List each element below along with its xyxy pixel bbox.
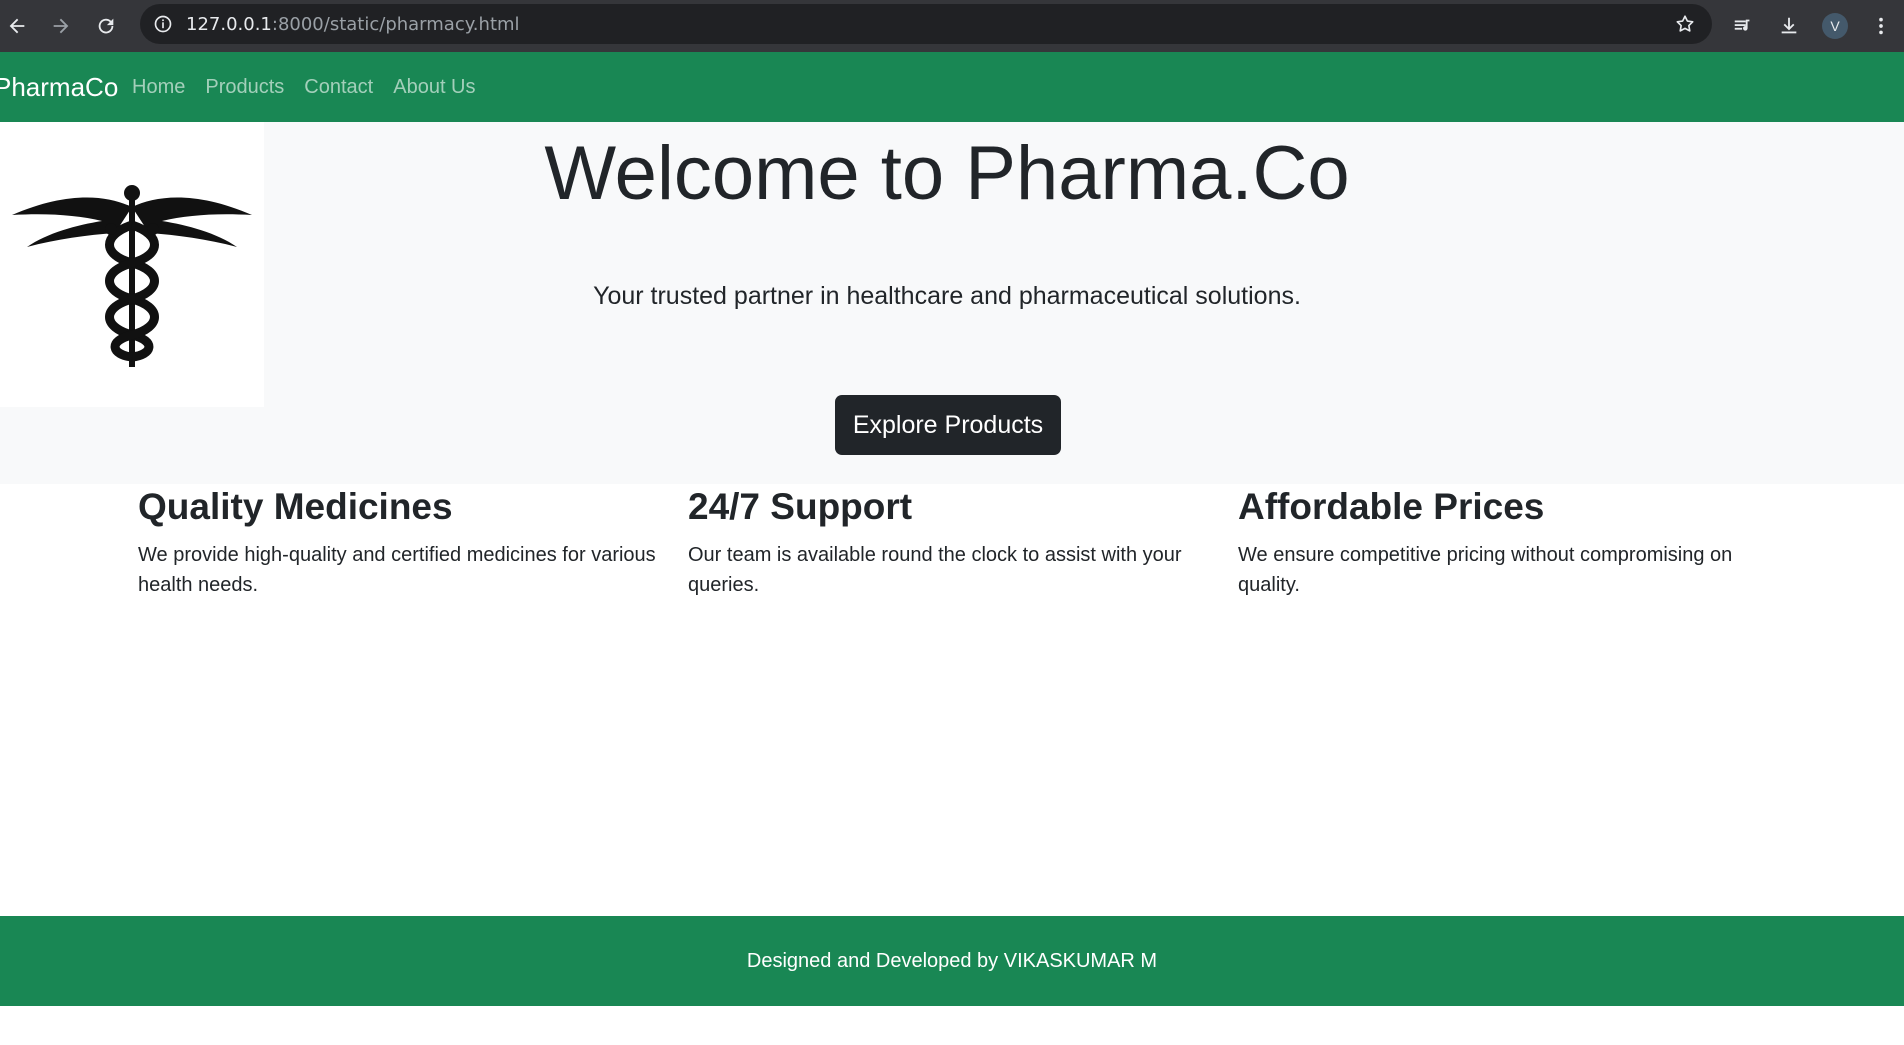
profile-avatar[interactable]: V [1822,13,1848,39]
site-navbar: PharmaCo Home Products Contact About Us [0,52,1904,122]
nav-link-home[interactable]: Home [132,76,185,99]
feature-text: We provide high-quality and certified me… [138,544,656,596]
nav-link-products[interactable]: Products [205,76,284,99]
download-icon[interactable] [1776,13,1802,39]
nav-link-contact[interactable]: Contact [304,76,373,99]
feature-affordable-prices: Affordable Prices We ensure competitive … [1238,484,1758,600]
hero-subtitle: Your trusted partner in healthcare and p… [593,282,1301,310]
site-footer: Designed and Developed by VIKASKUMAR M [0,916,1904,1006]
feature-title: Affordable Prices [1238,486,1545,527]
more-menu-icon[interactable] [1868,13,1894,39]
toolbar-actions: V [1730,0,1904,52]
bookmark-star-icon[interactable] [1674,13,1696,35]
nav-link-about-us[interactable]: About Us [393,76,475,99]
site-info-icon[interactable] [152,13,174,35]
feature-text: We ensure competitive pricing without co… [1238,544,1733,596]
feature-title: 24/7 Support [688,486,913,527]
browser-toolbar: 127.0.0.1:8000/static/pharmacy.html V [0,0,1904,52]
address-bar[interactable]: 127.0.0.1:8000/static/pharmacy.html [140,4,1712,44]
brand-logo-text[interactable]: PharmaCo [0,72,118,103]
feature-title: Quality Medicines [138,486,453,527]
nav-links: Home Products Contact About Us [132,76,476,99]
feature-support: 24/7 Support Our team is available round… [688,484,1208,600]
forward-arrow-icon[interactable] [48,13,74,39]
hero-section: Welcome to Pharma.Co Your trusted partne… [0,122,1904,484]
footer-credit: Designed and Developed by VIKASKUMAR M [746,949,1158,972]
explore-products-button[interactable]: Explore Products [835,395,1061,455]
feature-quality-medicines: Quality Medicines We provide high-qualit… [138,484,658,600]
url-path: :8000/static/pharmacy.html [271,13,520,35]
hero-title: Welcome to Pharma.Co [544,131,1350,216]
media-controls-icon[interactable] [1730,13,1756,39]
reload-icon[interactable] [93,13,119,39]
back-arrow-icon[interactable] [4,13,30,39]
feature-text: Our team is available round the clock to… [688,544,1182,596]
url-host: 127.0.0.1 [186,13,272,35]
url-text: 127.0.0.1:8000/static/pharmacy.html [186,14,520,35]
